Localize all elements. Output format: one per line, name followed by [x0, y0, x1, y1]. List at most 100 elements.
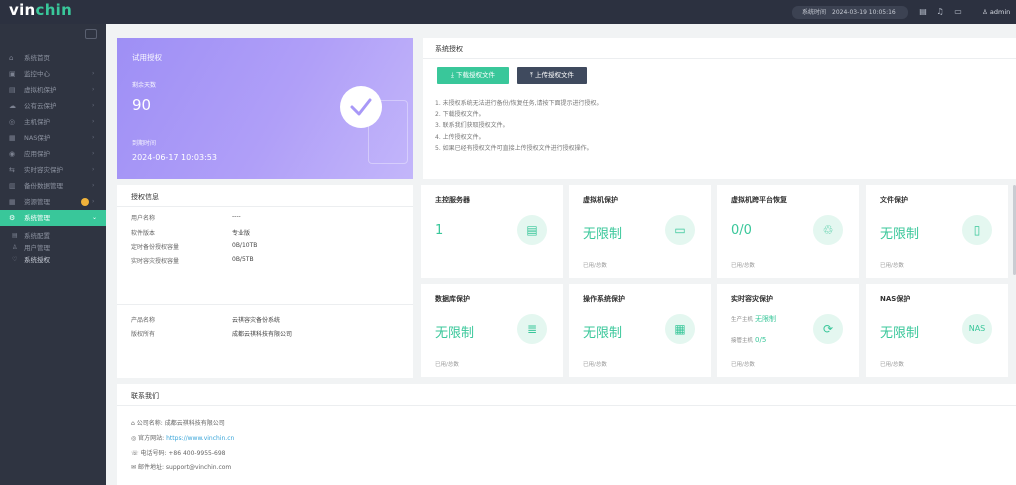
sidebar-collapse-icon[interactable]: [85, 29, 97, 39]
sidebar-subitem-users[interactable]: ♙ 用户管理: [0, 242, 106, 254]
system-license-title: 系统授权: [435, 45, 463, 53]
sidebar-item-vm[interactable]: ▤ 虚拟机保护 ›: [0, 82, 106, 98]
check-circle-icon: [340, 86, 382, 128]
sidebar-subitem-license[interactable]: ♡ 系统授权: [0, 254, 106, 266]
contact-value: 成都云祺科技有限公司: [164, 420, 225, 427]
sidebar-item-nas[interactable]: ▦ NAS保护 ›: [0, 130, 106, 146]
vm-icon: ▭: [665, 215, 695, 245]
upload-license-button[interactable]: ⤒ 上传授权文件: [517, 67, 587, 84]
sidebar-subitem-config[interactable]: ▤ 系统配置: [0, 230, 106, 242]
realtime-icon: ⟳: [813, 314, 843, 344]
info-value: 专业版: [232, 230, 251, 237]
data-icon: ▥: [9, 182, 16, 190]
contact-email: ✉ 邮件地址: support@vinchin.com: [131, 462, 231, 471]
card-footer: 已用/总数: [731, 362, 755, 368]
contact-label: 官方网站:: [138, 435, 165, 442]
card-footer: 已用/总数: [731, 263, 755, 269]
stat-card-nas: NAS保护 无限制 已用/总数 NAS: [866, 284, 1008, 377]
file-icon: ▯: [962, 215, 992, 245]
card-value: 无限制: [880, 326, 920, 341]
license-card-title: 试用授权: [132, 53, 162, 62]
contact-label: 公司名称:: [136, 420, 163, 427]
days-value: 90: [132, 96, 152, 114]
sidebar-item-cloud[interactable]: ☁ 公有云保护 ›: [0, 98, 106, 114]
contact-company: ⌂ 公司名称: 成都云祺科技有限公司: [131, 418, 225, 427]
sidebar-item-host[interactable]: ◎ 主机保护 ›: [0, 114, 106, 130]
sidebar-item-label: 主机保护: [24, 118, 50, 126]
card-title: 文件保护: [880, 196, 908, 204]
globe-icon: ◎: [131, 435, 137, 442]
sidebar-item-label: 公有云保护: [24, 102, 57, 110]
license-icon: ♡: [12, 256, 18, 263]
nas-icon: NAS: [962, 314, 992, 344]
sub-label: 接管主机: [731, 338, 754, 344]
bell-icon[interactable]: ♫: [935, 7, 945, 17]
license-steps: 1. 未授权系统无法进行备份/恢复任务,请按下面提示进行授权。 2. 下载授权文…: [435, 98, 603, 154]
contact-label: 电话号码:: [140, 450, 167, 457]
sidebar-item-resource[interactable]: ▦ 资源管理 ›: [0, 194, 106, 210]
chevron-right-icon: ›: [92, 150, 95, 157]
os-icon: ▦: [665, 314, 695, 344]
owner-label: 版权所有: [131, 331, 156, 338]
contact-title: 联系我们: [131, 392, 159, 400]
download-license-button[interactable]: ⤓ 下载授权文件: [437, 67, 509, 84]
contact-panel: [117, 384, 1016, 485]
stat-card-file-protection: 文件保护 无限制 已用/总数 ▯: [866, 185, 1008, 278]
stat-card-os: 操作系统保护 无限制 已用/总数 ▦: [569, 284, 711, 377]
message-icon[interactable]: ▭: [953, 7, 963, 17]
user-menu[interactable]: ♙ admin: [982, 6, 1010, 18]
sidebar-item-label: 资源管理: [24, 198, 50, 206]
sidebar-item-app[interactable]: ◉ 应用保护 ›: [0, 146, 106, 162]
phone-icon: ☏: [131, 450, 139, 457]
company-icon: ⌂: [131, 420, 135, 427]
chevron-right-icon: ›: [92, 70, 95, 77]
sidebar-nav: ⌂ 系统首页 ▣ 监控中心 › ▤ 虚拟机保护 › ☁ 公有云保护 › ◎ 主机保护 › ▦ NAS…: [0, 50, 106, 266]
calendar-icon[interactable]: ▤: [918, 7, 928, 17]
step-item: 5. 如果已经有授权文件可直接上传授权文件进行授权操作。: [435, 144, 593, 152]
user-icon: ♙: [982, 8, 988, 16]
vm-icon: ▤: [9, 86, 16, 94]
chevron-right-icon: ›: [92, 134, 95, 141]
expire-label: 到期时间: [132, 140, 157, 147]
card-title: 虚拟机跨平台恢复: [731, 196, 787, 204]
website-link[interactable]: https://www.vinchin.cn: [166, 435, 234, 442]
database-icon: ≣: [517, 314, 547, 344]
home-icon: ⌂: [9, 54, 14, 62]
info-label: 软件版本: [131, 230, 156, 237]
settings-icon: ⚙: [9, 214, 16, 222]
card-value: 1: [435, 223, 444, 238]
sidebar-item-label: 监控中心: [24, 70, 50, 78]
sidebar-item-dr[interactable]: ⇆ 实时容灾保护 ›: [0, 162, 106, 178]
sidebar-item-label: 系统管理: [24, 214, 50, 222]
sidebar-item-home[interactable]: ⌂ 系统首页: [0, 50, 106, 66]
sidebar-item-label: 应用保护: [24, 150, 50, 158]
contact-label: 邮件地址:: [137, 464, 164, 471]
sidebar-item-label: 虚拟机保护: [24, 86, 57, 94]
system-time-label: 系统时间: [802, 9, 827, 16]
sidebar-item-system[interactable]: ⚙ 系统管理 ⌄: [0, 210, 106, 226]
host-icon: ◎: [9, 118, 16, 126]
sidebar-subitem-label: 系统配置: [24, 232, 50, 240]
sidebar-item-data[interactable]: ▥ 备份数据管理 ›: [0, 178, 106, 194]
step-item: 1. 未授权系统无法进行备份/恢复任务,请按下面提示进行授权。: [435, 100, 603, 107]
card-footer: 已用/总数: [583, 362, 607, 368]
sidebar-item-label: 备份数据管理: [24, 182, 63, 190]
card-sub-takeover: 接管主机 0/5: [731, 336, 766, 344]
step-item: 3. 联系我们获取授权文件。: [435, 122, 509, 130]
card-footer: 已用/总数: [583, 263, 607, 269]
contact-value: support@vinchin.com: [165, 464, 232, 471]
chevron-down-icon: ⌄: [92, 214, 98, 221]
chevron-right-icon: ›: [92, 166, 95, 173]
warning-badge: [81, 198, 89, 206]
card-value: 无限制: [583, 227, 623, 242]
info-value: 0B/5TB: [232, 256, 254, 263]
days-label: 剩余天数: [132, 82, 157, 89]
download-license-label: 下载授权文件: [455, 71, 495, 79]
divider: [117, 206, 413, 207]
sidebar-subitem-label: 系统授权: [24, 256, 50, 264]
card-title: 数据库保护: [435, 295, 470, 303]
logo[interactable]: vinchin: [9, 1, 72, 19]
sub-label: 生产主机: [731, 317, 754, 323]
dr-icon: ⇆: [9, 166, 15, 174]
sidebar-item-monitor[interactable]: ▣ 监控中心 ›: [0, 66, 106, 82]
